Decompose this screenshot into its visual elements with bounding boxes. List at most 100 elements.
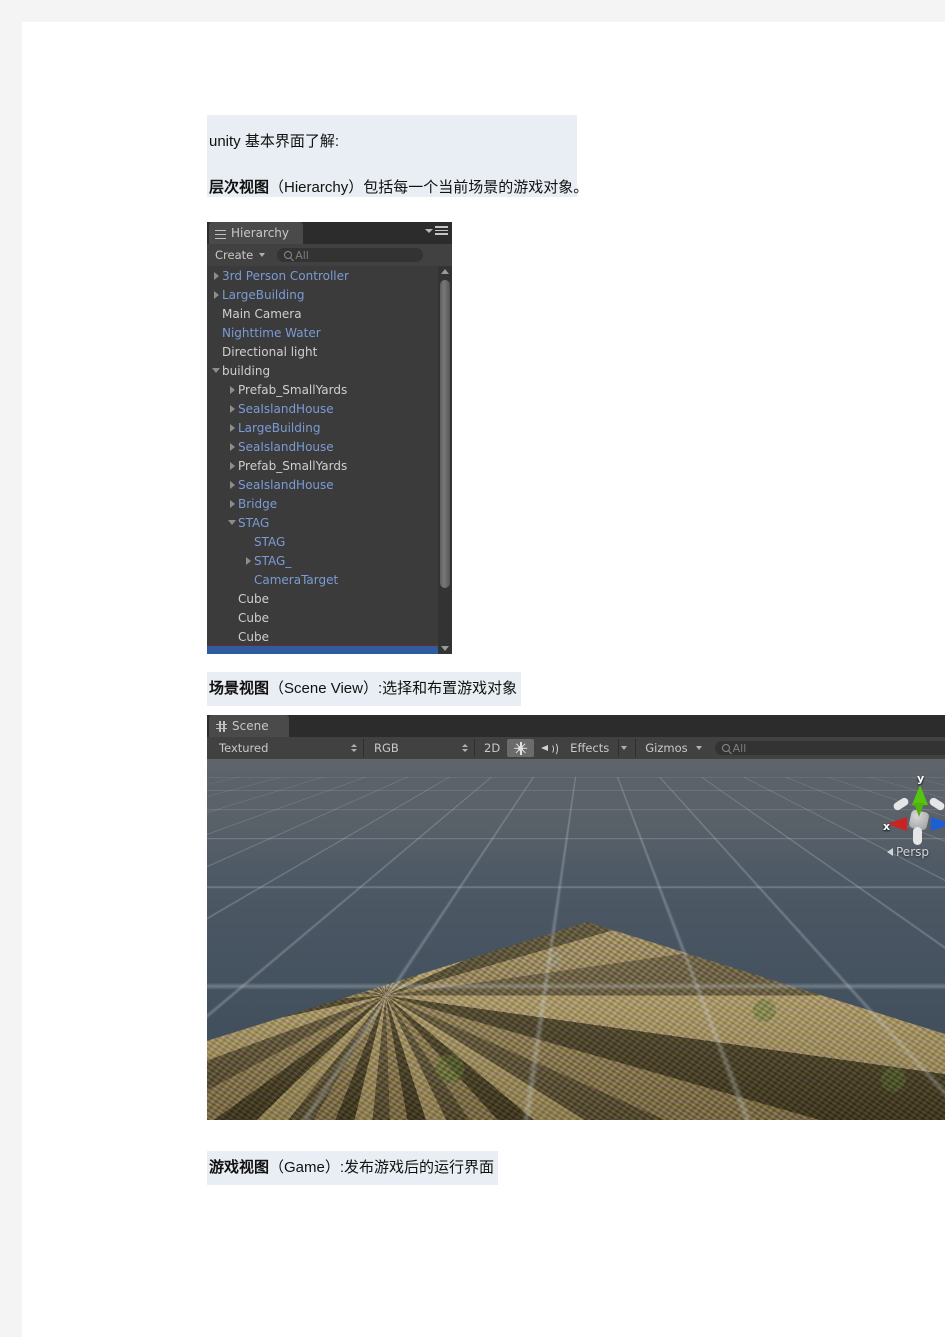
chevron-down-icon <box>695 746 702 750</box>
tab-scene[interactable]: Scene <box>209 715 289 737</box>
expand-arrow-icon[interactable] <box>226 385 238 394</box>
hierarchy-row[interactable]: Cube <box>207 627 438 646</box>
hierarchy-row[interactable]: Prefab_SmallYards <box>207 456 438 475</box>
hierarchy-item-label: Prefab_SmallYards <box>238 458 348 473</box>
axis-y-cone[interactable] <box>912 785 928 805</box>
tab-hierarchy[interactable]: Hierarchy <box>209 222 304 244</box>
effects-dropdown[interactable]: Effects <box>563 739 616 757</box>
scene-search-placeholder: All <box>732 741 747 755</box>
chevron-down-icon <box>259 253 266 257</box>
hierarchy-row[interactable]: LargeBuilding <box>207 285 438 304</box>
hierarchy-row[interactable]: Directional light <box>207 342 438 361</box>
hierarchy-item-label: STAG_ <box>254 553 292 568</box>
hierarchy-item-label: SeaIslandHouse <box>238 477 334 492</box>
tab-scene-label: Scene <box>232 719 269 733</box>
hierarchy-item-label: Prefab_SmallYards <box>238 382 348 397</box>
expand-arrow-icon[interactable] <box>226 442 238 451</box>
hierarchy-row[interactable]: SeaIslandHouse <box>207 437 438 456</box>
color-mode-dropdown[interactable]: RGB <box>366 740 472 756</box>
hierarchy-row[interactable]: CameraTarget <box>207 570 438 589</box>
hierarchy-row[interactable]: SeaIslandHouse <box>207 399 438 418</box>
hierarchy-row[interactable]: Bridge <box>207 494 438 513</box>
expand-arrow-icon[interactable] <box>226 480 238 489</box>
hierarchy-item-label: LargeBuilding <box>238 420 321 435</box>
expand-arrow-icon[interactable] <box>242 556 254 565</box>
scroll-down-arrow-icon[interactable] <box>441 646 449 651</box>
hierarchy-options-button[interactable] <box>425 226 448 235</box>
triangle-right-icon <box>229 499 235 508</box>
hierarchy-row[interactable]: Prefab_SmallYards <box>207 380 438 399</box>
scene-viewport[interactable]: y x Persp <box>207 759 945 1120</box>
tab-hierarchy-label: Hierarchy <box>231 226 290 240</box>
hierarchy-row[interactable]: LargeBuilding <box>207 418 438 437</box>
hierarchy-item-label: Main Camera <box>222 306 302 321</box>
hierarchy-row[interactable]: 3rd Person Controller <box>207 266 438 285</box>
scene-axis-gizmo[interactable]: y x Persp <box>883 772 945 865</box>
triangle-right-icon <box>213 290 219 299</box>
gizmo-stub <box>928 796 945 812</box>
intro-line-1: unity 基本界面了解: <box>209 133 340 150</box>
expand-arrow-icon[interactable] <box>226 461 238 470</box>
intro-line-2: 层次视图（Hierarchy）包括每一个当前场景的游戏对象。 <box>207 177 588 199</box>
game-view-term: 游戏视图 <box>209 1159 270 1176</box>
hierarchy-item-label: Cube <box>238 629 269 644</box>
grid-horizon-fade <box>207 777 945 867</box>
hierarchy-row[interactable]: SeaIslandHouse <box>207 475 438 494</box>
hierarchy-row[interactable]: building <box>207 361 438 380</box>
axis-z-cone[interactable] <box>931 817 945 831</box>
expand-arrow-icon[interactable] <box>226 499 238 508</box>
expand-arrow-icon[interactable] <box>226 423 238 432</box>
hierarchy-scrollbar[interactable] <box>438 266 452 654</box>
toggle-lighting-button[interactable] <box>507 739 535 757</box>
gizmos-dropdown[interactable]: Gizmos <box>638 739 708 757</box>
toggle-audio-button[interactable] <box>534 739 563 757</box>
divider <box>363 739 364 757</box>
hierarchy-desc: （Hierarchy）包括每一个当前场景的游戏对象。 <box>269 178 589 196</box>
scene-view-term: 场景视图 <box>209 680 270 697</box>
hierarchy-item-label: STAG <box>254 534 286 549</box>
draw-mode-label: Textured <box>219 741 269 755</box>
divider <box>474 739 475 757</box>
hierarchy-item-label: SeaIslandHouse <box>238 401 334 416</box>
expand-arrow-icon[interactable] <box>210 271 222 280</box>
hierarchy-row[interactable]: Nighttime Water <box>207 323 438 342</box>
toggle-2d-label: 2D <box>484 741 501 755</box>
triangle-right-icon <box>229 385 235 394</box>
sun-icon <box>514 741 528 755</box>
chevron-down-icon[interactable] <box>621 746 628 750</box>
unity-hierarchy-panel: Hierarchy Create All 3rd Person Controll… <box>207 222 452 654</box>
hierarchy-row[interactable]: Cube <box>207 589 438 608</box>
expand-arrow-icon[interactable] <box>210 290 222 299</box>
draw-mode-dropdown[interactable]: Textured <box>211 740 361 756</box>
hierarchy-titlebar: Hierarchy <box>207 222 452 244</box>
divider <box>635 739 637 757</box>
expand-arrow-icon[interactable] <box>226 404 238 413</box>
create-button[interactable]: Create <box>213 246 269 264</box>
scene-search-input[interactable]: All <box>714 741 945 755</box>
hierarchy-search-input[interactable]: All <box>277 248 424 262</box>
triangle-right-icon <box>229 480 235 489</box>
hierarchy-selected-row[interactable] <box>207 646 438 654</box>
intro-text-block: unity 基本界面了解: 层次视图（Hierarchy）包括每一个当前场景的游… <box>207 115 588 199</box>
hierarchy-row[interactable]: STAG_ <box>207 551 438 570</box>
toggle-2d-button[interactable]: 2D <box>477 739 507 757</box>
hierarchy-row[interactable]: Main Camera <box>207 304 438 323</box>
projection-toggle[interactable]: Persp <box>887 845 929 859</box>
hierarchy-row[interactable]: STAG <box>207 513 438 532</box>
scroll-up-arrow-icon[interactable] <box>441 269 449 274</box>
hierarchy-item-label: STAG <box>238 515 270 530</box>
search-icon <box>721 744 730 752</box>
triangle-right-icon <box>245 556 251 565</box>
axis-y-label: y <box>917 772 925 785</box>
hierarchy-item-label: Nighttime Water <box>222 325 321 340</box>
collapse-arrow-icon[interactable] <box>226 520 238 525</box>
hierarchy-item-label: 3rd Person Controller <box>222 268 349 283</box>
hierarchy-term: 层次视图 <box>209 178 270 196</box>
triangle-right-icon <box>229 461 235 470</box>
collapse-arrow-icon[interactable] <box>210 368 222 373</box>
hierarchy-row[interactable]: Cube <box>207 608 438 627</box>
hierarchy-tree[interactable]: 3rd Person Controller LargeBuilding Main C… <box>207 266 438 646</box>
scrollbar-thumb[interactable] <box>440 280 450 588</box>
hierarchy-row[interactable]: STAG <box>207 532 438 551</box>
hierarchy-item-label: LargeBuilding <box>222 287 305 302</box>
